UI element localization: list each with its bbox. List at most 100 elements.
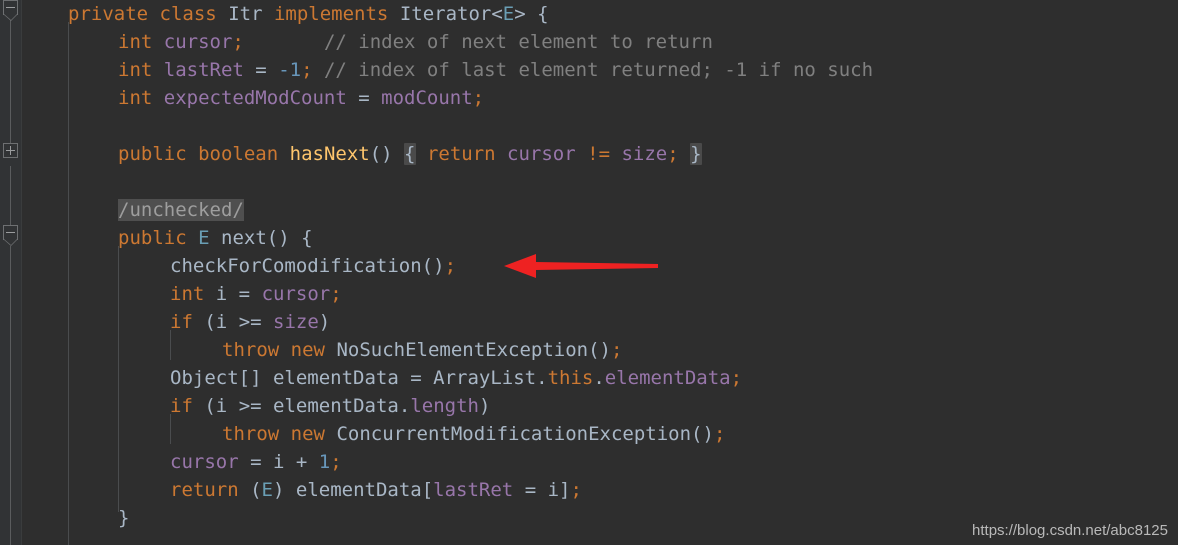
code-line-10[interactable]: checkForComodification(); [170, 252, 456, 280]
code-token: = [398, 367, 434, 389]
code-token: . [536, 367, 548, 389]
code-token: expectedModCount [163, 87, 347, 109]
code-line-16[interactable]: throw new ConcurrentModificationExceptio… [222, 420, 725, 448]
code-token: hasNext [289, 143, 370, 165]
code-token: throw [222, 339, 280, 361]
code-line-6[interactable]: public boolean hasNext() { return cursor… [118, 140, 702, 168]
code-line-3[interactable]: int lastRet = -1; // index of last eleme… [118, 56, 873, 84]
code-token: implements [273, 3, 389, 25]
code-token: lastRet [163, 59, 244, 81]
code-token: ; [570, 479, 582, 501]
code-line-17[interactable]: cursor = i + 1; [170, 448, 342, 476]
code-token: () [691, 423, 714, 445]
code-line-15[interactable]: if (i >= elementData.length) [170, 392, 490, 420]
code-token: ] [559, 479, 571, 501]
code-token: [] [238, 367, 262, 389]
minus-icon [6, 7, 15, 8]
code-token: new [290, 339, 325, 361]
code-line-18[interactable]: return (E) elementData[lastRet = i]; [170, 476, 582, 504]
code-line-4[interactable]: int expectedModCount = modCount; [118, 84, 484, 112]
code-token: /unchecked/ [118, 199, 244, 221]
code-token: ; [301, 59, 313, 81]
code-line-2[interactable]: int cursor; // index of next element to … [118, 28, 713, 56]
code-line-9[interactable]: public E next() { [118, 224, 313, 252]
fold-marker-method-next[interactable] [3, 225, 18, 246]
code-token: cursor [507, 143, 576, 165]
code-token: this [547, 367, 594, 389]
code-token: ( [192, 311, 216, 333]
code-token: < [491, 3, 503, 25]
code-token: boolean [198, 143, 279, 165]
code-line-14[interactable]: Object[] elementData = ArrayList.this.el… [170, 364, 742, 392]
code-token: checkForComodification [170, 255, 422, 277]
code-line-11[interactable]: int i = cursor; [170, 280, 342, 308]
code-token: i [215, 283, 228, 305]
code-token: . [398, 395, 411, 417]
code-token: size [621, 143, 668, 165]
code-line-12[interactable]: if (i >= size) [170, 308, 330, 336]
code-token: modCount [381, 87, 473, 109]
watermark-url: https://blog.csdn.net/abc8125 [972, 522, 1168, 539]
code-token: Itr [228, 3, 263, 25]
code-line-13[interactable]: throw new NoSuchElementException(); [222, 336, 622, 364]
code-token: = [346, 87, 382, 109]
code-token: = [243, 59, 279, 81]
fold-rail-lower [10, 246, 11, 545]
editor-gutter[interactable] [0, 0, 22, 545]
code-token: ; [444, 255, 457, 277]
code-token: [ [421, 479, 434, 501]
code-token: class [159, 3, 217, 25]
code-token: private [68, 3, 149, 25]
code-line-19[interactable]: } [118, 504, 129, 532]
code-editor[interactable]: private class Itr implements Iterator< E >… [0, 0, 1178, 545]
code-token: public [118, 143, 187, 165]
code-token: != [587, 143, 611, 165]
gutter-divider [21, 0, 22, 545]
code-line-8[interactable]: /unchecked/ [118, 196, 244, 224]
code-token: } [690, 143, 702, 165]
code-token: cursor [170, 451, 239, 473]
code-token: ; [730, 367, 743, 389]
code-token: E [261, 479, 273, 501]
code-token: ( [192, 395, 216, 417]
code-token: throw [222, 423, 280, 445]
code-token: () [369, 143, 393, 165]
code-surface[interactable]: private class Itr implements Iterator< E >… [22, 0, 1178, 545]
code-token: i [215, 395, 228, 417]
code-token: return [426, 143, 496, 165]
code-token: Iterator [399, 3, 492, 25]
code-token: >= [238, 311, 262, 333]
code-token: ) [272, 479, 296, 501]
fold-marker-javadoc[interactable] [3, 143, 18, 158]
code-token: elementData [272, 367, 399, 389]
code-token: // index of next element to return [323, 31, 713, 53]
code-token: -1 [278, 59, 302, 81]
code-token: ; [330, 283, 342, 305]
code-token: ; [472, 87, 485, 109]
code-line-1[interactable]: private class Itr implements Iterator<E>… [68, 0, 549, 28]
fold-marker-class[interactable] [3, 0, 18, 21]
code-token: i [547, 479, 560, 501]
code-token: ArrayList [433, 367, 537, 389]
minus-icon-2 [6, 232, 15, 233]
